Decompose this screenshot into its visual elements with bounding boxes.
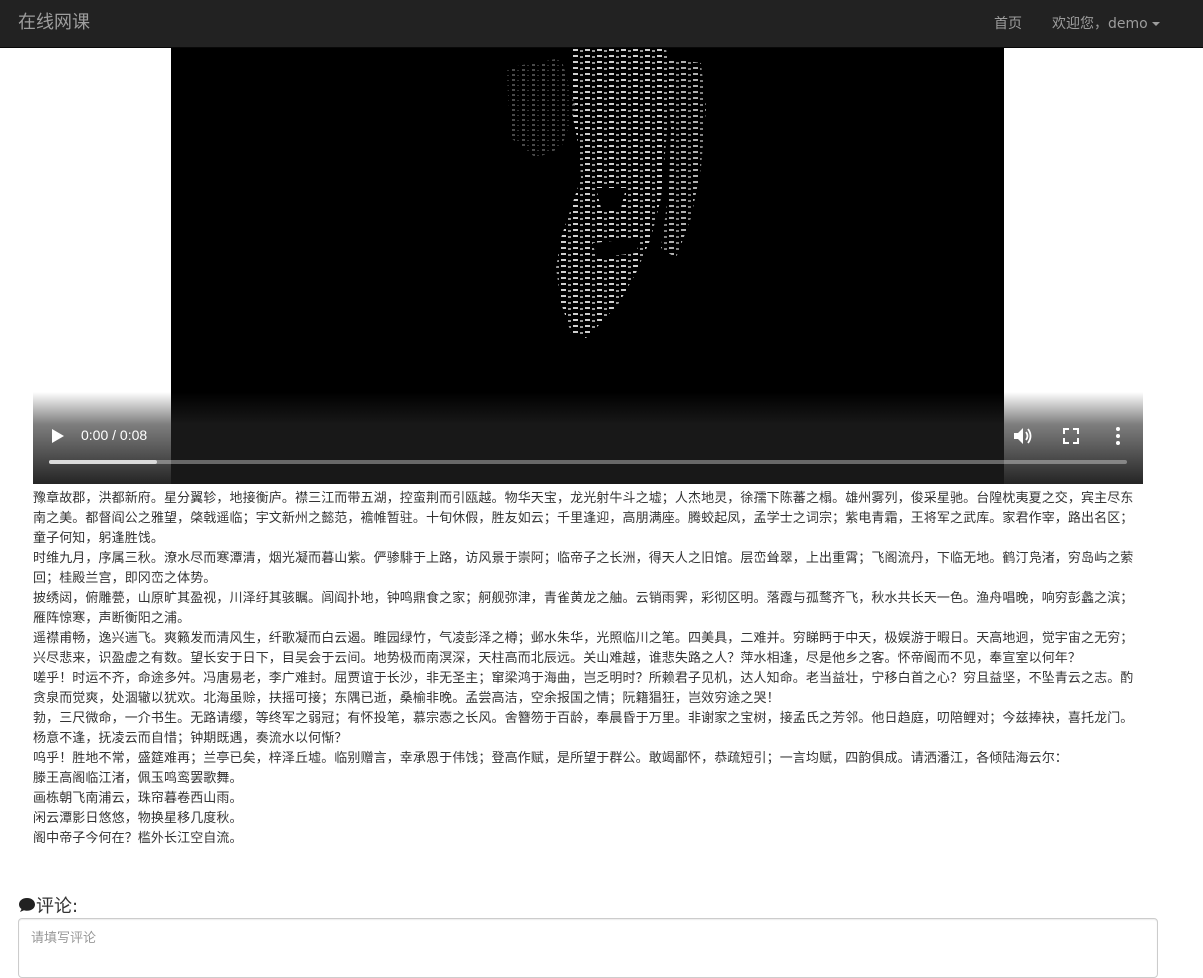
fullscreen-icon[interactable]	[1063, 428, 1079, 444]
poem-line: 阁中帝子今何在？槛外长江空自流。	[33, 831, 243, 846]
comments-title: 评论:	[36, 896, 79, 917]
essay-paragraph: 豫章故郡，洪都新府。星分翼轸，地接衡庐。襟三江而带五湖，控蛮荆而引瓯越。物华天宝…	[33, 491, 1134, 546]
course-description: 豫章故郡，洪都新府。星分翼轸，地接衡庐。襟三江而带五湖，控蛮荆而引瓯越。物华天宝…	[33, 489, 1145, 849]
video-player[interactable]: 0:00 / 0:08	[33, 48, 1143, 484]
video-buffered-range	[49, 460, 157, 464]
poem-line: 画栋朝飞南浦云，珠帘暮卷西山雨。	[33, 791, 243, 806]
user-menu-label: 欢迎您，demo	[1052, 16, 1148, 32]
navbar: 在线网课 首页 欢迎您，demo	[0, 0, 1203, 48]
essay-paragraph: 披绣闼，俯雕甍，山原旷其盈视，川泽纡其骇瞩。闾阎扑地，钟鸣鼎食之家；舸舰弥津，青…	[33, 591, 1134, 626]
volume-icon[interactable]	[1013, 427, 1033, 445]
essay-paragraph: 遥襟甫畅，逸兴遄飞。爽籁发而清风生，纤歌凝而白云遏。睢园绿竹，气凌彭泽之樽；邺水…	[33, 631, 1134, 666]
caret-down-icon	[1151, 22, 1160, 26]
poem-line: 闲云潭影日悠悠，物换星移几度秋。	[33, 811, 243, 826]
video-progress-bar[interactable]	[49, 460, 1127, 464]
video-time-display: 0:00 / 0:08	[81, 427, 148, 443]
essay-paragraph: 勃，三尺微命，一介书生。无路请缨，等终军之弱冠；有怀投笔，慕宗悫之长风。舍簪笏于…	[33, 711, 1134, 746]
video-controls: 0:00 / 0:08	[33, 392, 1143, 484]
poem-line: 滕王高阁临江渚，佩玉鸣鸾罢歌舞。	[33, 771, 243, 786]
essay-paragraph: 时维九月，序属三秋。潦水尽而寒潭清，烟光凝而暮山紫。俨骖騑于上路，访风景于崇阿；…	[33, 551, 1134, 586]
essay-paragraph: 呜乎！胜地不常，盛筵难再；兰亭已矣，梓泽丘墟。临别赠言，幸承恩于伟饯；登高作赋，…	[33, 751, 1068, 766]
play-icon[interactable]	[51, 428, 65, 444]
video-thumbnail-face	[506, 48, 706, 338]
more-options-icon[interactable]	[1113, 426, 1123, 446]
essay-paragraph: 嗟乎！时运不齐，命途多舛。冯唐易老，李广难封。屈贾谊于长沙，非无圣主；窜梁鸿于海…	[33, 671, 1134, 706]
comments-heading: 评论:	[18, 896, 78, 918]
comment-input[interactable]	[18, 918, 1158, 978]
comment-icon	[19, 898, 35, 912]
nav-home-link[interactable]: 首页	[994, 15, 1022, 33]
user-menu-dropdown[interactable]: 欢迎您，demo	[1052, 15, 1160, 33]
brand-link[interactable]: 在线网课	[18, 12, 90, 34]
